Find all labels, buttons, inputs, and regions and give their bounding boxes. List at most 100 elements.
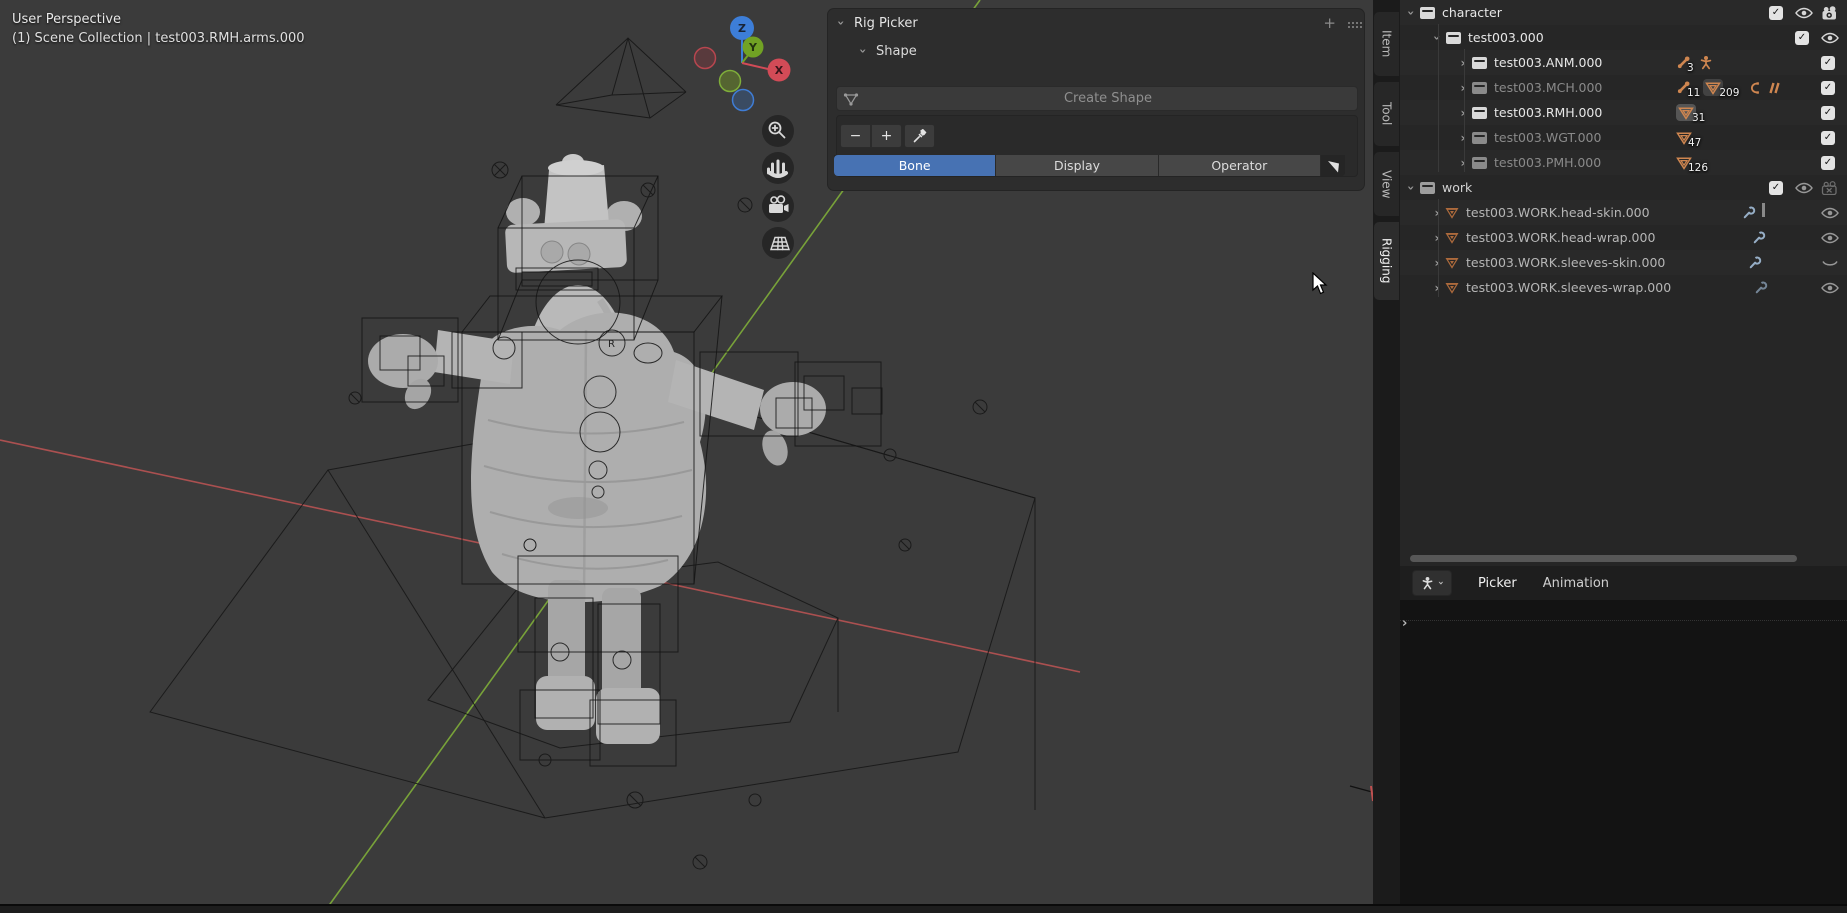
eye-icon[interactable] <box>1795 7 1813 19</box>
exclude-checkbox[interactable]: ✓ <box>1821 106 1835 120</box>
tab-display[interactable]: Display <box>996 155 1158 176</box>
tab-rigging[interactable]: Rigging <box>1374 222 1399 300</box>
eye-icon[interactable] <box>1821 232 1839 244</box>
chevron-right-icon[interactable]: › <box>1458 131 1468 145</box>
chevron-right-icon[interactable]: › <box>1458 81 1468 95</box>
expand-chevron-icon[interactable]: › <box>1402 616 1407 631</box>
add-button[interactable]: + <box>871 124 902 148</box>
row-label[interactable]: test003.000 <box>1468 30 1544 45</box>
chevron-right-icon[interactable]: › <box>1432 206 1442 220</box>
tree-guide <box>1438 24 1439 172</box>
chevron-right-icon[interactable]: › <box>1458 106 1468 120</box>
render-disabled-icon[interactable] <box>1821 181 1839 195</box>
row-label[interactable]: test003.WORK.head-wrap.000 <box>1466 230 1655 245</box>
modifier-wrench-icon <box>1748 256 1762 270</box>
chevron-down-icon[interactable]: › <box>1404 8 1418 18</box>
chevron-right-icon[interactable]: › <box>1432 256 1442 270</box>
tab-operator[interactable]: Operator <box>1159 155 1321 176</box>
tab-item[interactable]: Item <box>1374 12 1399 76</box>
create-shape-button[interactable]: Create Shape <box>836 86 1358 111</box>
chevron-right-icon[interactable]: › <box>1458 56 1468 70</box>
eye-icon[interactable] <box>1821 32 1839 44</box>
editor-type-button[interactable]: › <box>1412 570 1452 596</box>
outliner-row-character[interactable]: › character ✓ <box>1400 0 1847 25</box>
modifier-wrench-icon <box>1752 231 1766 245</box>
add-panel-icon[interactable]: + <box>1323 14 1336 32</box>
eye-icon[interactable] <box>1821 282 1839 294</box>
tab-overflow-button[interactable] <box>1321 155 1345 176</box>
chevron-right-icon[interactable]: › <box>1458 156 1468 170</box>
outliner-row-anm[interactable]: › test003.ANM.000 3 ✓ <box>1400 50 1847 75</box>
shape-icon <box>843 91 859 107</box>
outliner-row-sleeves-skin[interactable]: › test003.WORK.sleeves-skin.000 <box>1400 250 1847 275</box>
gizmo-axis-neg-z[interactable] <box>733 90 754 111</box>
row-label[interactable]: test003.ANM.000 <box>1494 55 1602 70</box>
outliner-row-head-skin[interactable]: › test003.WORK.head-skin.000 <box>1400 200 1847 225</box>
drag-handle-icon[interactable] <box>1348 22 1350 24</box>
camera-view-button[interactable] <box>762 190 794 222</box>
outliner-horizontal-scrollbar[interactable] <box>1410 555 1797 562</box>
row-label[interactable]: test003.WORK.sleeves-skin.000 <box>1466 255 1665 270</box>
chevron-down-icon: › <box>834 18 848 28</box>
tab-view[interactable]: View <box>1374 152 1399 216</box>
eye-icon[interactable] <box>1795 182 1813 194</box>
row-label[interactable]: test003.RMH.000 <box>1494 105 1602 120</box>
view-gizmo[interactable]: Z Y X <box>695 16 791 111</box>
row-label[interactable]: test003.WORK.head-skin.000 <box>1466 205 1650 220</box>
mesh-object-icon <box>1444 256 1460 270</box>
mouse-cursor <box>1312 272 1332 296</box>
count-badge: 47 <box>1688 137 1701 149</box>
mesh-object-icon <box>1444 206 1460 220</box>
row-label[interactable]: work <box>1442 180 1472 195</box>
tab-bone[interactable]: Bone <box>834 155 996 176</box>
shape-subpanel-header[interactable]: › Shape <box>858 41 917 61</box>
gizmo-axis-neg-x[interactable] <box>695 48 716 69</box>
exclude-checkbox[interactable]: ✓ <box>1821 56 1835 70</box>
outliner-row-pmh[interactable]: › test003.PMH.000 126 ✓ <box>1400 150 1847 175</box>
outliner-row-work[interactable]: › work ✓ <box>1400 175 1847 200</box>
view-name-text: User Perspective <box>12 10 305 29</box>
eye-closed-icon[interactable] <box>1821 257 1839 269</box>
zoom-button[interactable] <box>762 115 794 147</box>
remove-button[interactable]: − <box>840 124 871 148</box>
chevron-down-icon[interactable]: › <box>1430 33 1444 43</box>
exclude-checkbox[interactable]: ✓ <box>1795 31 1809 45</box>
tab-tool[interactable]: Tool <box>1374 82 1399 146</box>
ortho-toggle-button[interactable] <box>762 227 794 259</box>
rig-picker-panel: › Rig Picker + › Shape Create Shape − + <box>828 9 1364 190</box>
eyedropper-button[interactable] <box>904 124 935 148</box>
outliner-row-test003[interactable]: › test003.000 ✓ <box>1400 25 1847 50</box>
row-label[interactable]: test003.MCH.000 <box>1494 80 1602 95</box>
collection-icon <box>1420 182 1435 194</box>
create-shape-label: Create Shape <box>859 91 1357 106</box>
outliner-row-rmh[interactable]: › test003.RMH.000 31 ✓ <box>1400 100 1847 125</box>
chevron-right-icon[interactable]: › <box>1432 231 1442 245</box>
tab-picker[interactable]: Picker <box>1478 576 1517 591</box>
row-label[interactable]: test003.WORK.sleeves-wrap.000 <box>1466 280 1671 295</box>
gizmo-z-label: Z <box>738 22 746 35</box>
outliner-row-mch[interactable]: › test003.MCH.000 11 209 ✓ <box>1400 75 1847 100</box>
exclude-checkbox[interactable]: ✓ <box>1769 181 1783 195</box>
row-label[interactable]: test003.PMH.000 <box>1494 155 1601 170</box>
rig-picker-header[interactable]: › Rig Picker <box>836 13 918 33</box>
tab-animation[interactable]: Animation <box>1543 576 1609 591</box>
gizmo-axis-neg-y[interactable] <box>720 71 741 92</box>
outliner-row-sleeves-wrap[interactable]: › test003.WORK.sleeves-wrap.000 <box>1400 275 1847 300</box>
render-camera-icon[interactable] <box>1821 6 1839 20</box>
exclude-checkbox[interactable]: ✓ <box>1769 6 1783 20</box>
row-label[interactable]: character <box>1442 5 1502 20</box>
chevron-right-icon[interactable]: › <box>1432 281 1442 295</box>
gizmo-y-label: Y <box>748 41 758 54</box>
exclude-checkbox[interactable]: ✓ <box>1821 156 1835 170</box>
exclude-checkbox[interactable]: ✓ <box>1821 81 1835 95</box>
eye-icon[interactable] <box>1821 207 1839 219</box>
gizmo-x-label: X <box>775 64 784 77</box>
mesh-object-icon <box>1444 281 1460 295</box>
outliner-row-wgt[interactable]: › test003.WGT.000 47 ✓ <box>1400 125 1847 150</box>
pan-button[interactable] <box>762 152 794 184</box>
outliner-row-head-wrap[interactable]: › test003.WORK.head-wrap.000 <box>1400 225 1847 250</box>
chevron-down-icon[interactable]: › <box>1404 183 1418 193</box>
active-object-text: (1) Scene Collection | test003.RMH.arms.… <box>12 29 305 48</box>
row-label[interactable]: test003.WGT.000 <box>1494 130 1601 145</box>
exclude-checkbox[interactable]: ✓ <box>1821 131 1835 145</box>
